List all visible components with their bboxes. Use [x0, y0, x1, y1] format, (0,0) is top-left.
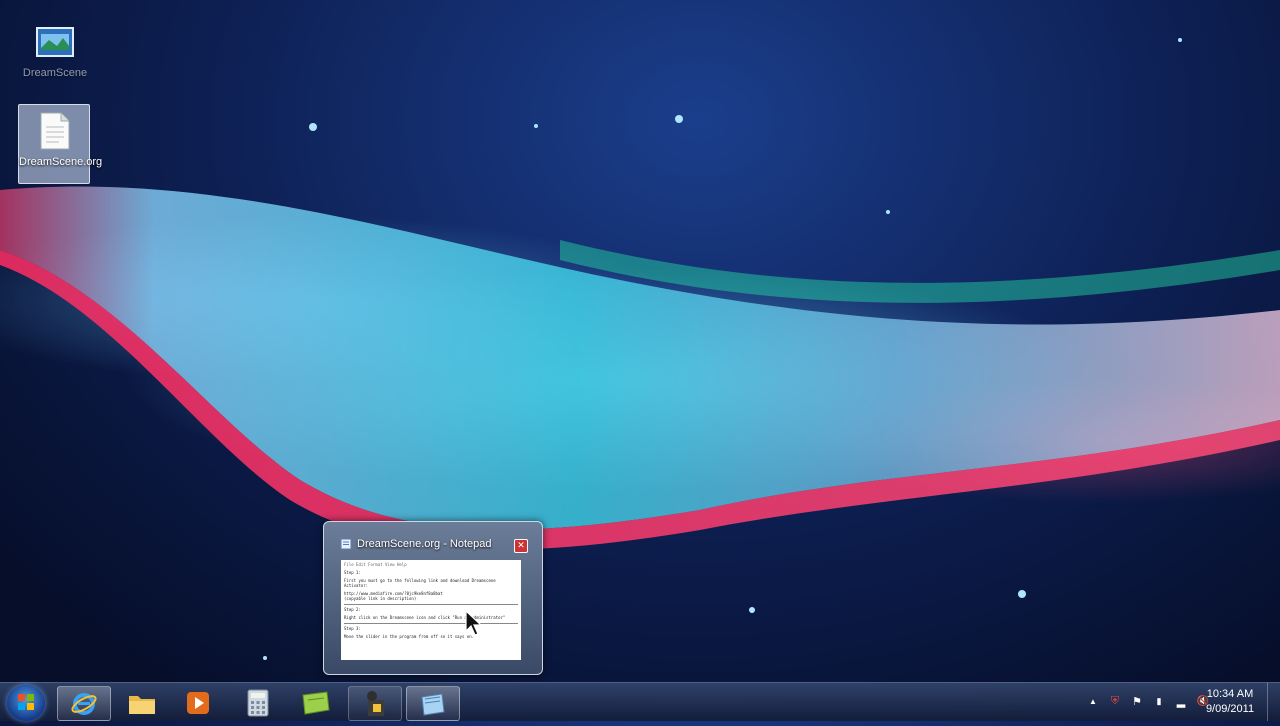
folder-icon: [129, 695, 155, 714]
preview-title-bar: DreamScene.org - Notepad: [340, 538, 502, 550]
notepad-icon: [421, 692, 445, 716]
system-tray: ▲ ⛨ ⚑ ▮ ▂ 🔇: [1086, 695, 1210, 708]
clock-time: 10:34 AM: [1206, 688, 1254, 700]
desktop-wallpaper: [0, 38, 1280, 660]
taskbar-notepad[interactable]: [406, 686, 460, 721]
taskbar-dreamscene-activator[interactable]: [348, 686, 402, 721]
show-desktop-button[interactable]: [1267, 683, 1280, 721]
notepad-menu: File Edit Format View Help: [344, 562, 407, 567]
taskbar-windows-explorer[interactable]: [116, 686, 168, 719]
notepad-content: File Edit Format View Help Step 1: First…: [341, 560, 521, 660]
close-icon[interactable]: ✕: [514, 539, 528, 553]
security-shield-icon[interactable]: ⛨: [1108, 695, 1122, 708]
dreamscene-film-icon: [20, 22, 90, 65]
network-signal-icon[interactable]: ▂: [1174, 695, 1188, 708]
power-icon[interactable]: ▮: [1152, 696, 1166, 707]
taskbar-calculator[interactable]: [232, 686, 284, 719]
windows-logo-icon: [18, 694, 34, 710]
step2-text: Right click on the Dreamscene icon and c…: [344, 615, 506, 620]
desktop-icon-label: DreamScene: [22, 67, 88, 79]
activator-icon: [367, 690, 384, 716]
taskbar-clock[interactable]: 10:34 AM 9/09/2011: [1198, 687, 1262, 717]
clock-date: 9/09/2011: [1205, 703, 1255, 715]
media-player-icon: [187, 691, 209, 714]
notepad-icon: [340, 538, 352, 550]
preview-title: DreamScene.org - Notepad: [357, 538, 492, 550]
sticky-notes-icon: [302, 690, 330, 715]
step1-note: (copyable link in description): [344, 596, 417, 601]
mouse-cursor-icon: [465, 610, 483, 636]
taskbar: ▲ ⛨ ⚑ ▮ ▂ 🔇 10:34 AM 9/09/2011: [0, 682, 1280, 721]
text-document-icon: [19, 111, 89, 154]
desktop-icon-label: DreamScene.org: [19, 156, 103, 168]
step1-heading: Step 1:: [344, 570, 361, 575]
step2-heading: Step 2:: [344, 607, 361, 612]
desktop-icon-dreamscene[interactable]: DreamScene: [20, 16, 90, 80]
divider: [344, 623, 518, 624]
start-button[interactable]: [7, 685, 45, 721]
step3-heading: Step 3:: [344, 626, 361, 631]
step3-text: Move the slider in the program from off …: [344, 634, 475, 639]
show-hidden-icons-icon[interactable]: ▲: [1086, 697, 1100, 706]
taskbar-sticky-notes[interactable]: [290, 686, 342, 719]
step1-text: First you must go to the following link …: [344, 578, 496, 588]
divider: [344, 604, 518, 605]
notepad-thumbnail-preview[interactable]: DreamScene.org - Notepad ✕ File Edit For…: [323, 521, 543, 675]
taskbar-media-player[interactable]: [172, 686, 224, 719]
taskbar-internet-explorer[interactable]: [57, 686, 111, 721]
action-center-flag-icon[interactable]: ⚑: [1130, 695, 1144, 708]
desktop-icon-dreamscene-org[interactable]: DreamScene.org: [18, 104, 103, 184]
calculator-icon: [247, 689, 269, 716]
internet-explorer-icon: [71, 692, 97, 715]
